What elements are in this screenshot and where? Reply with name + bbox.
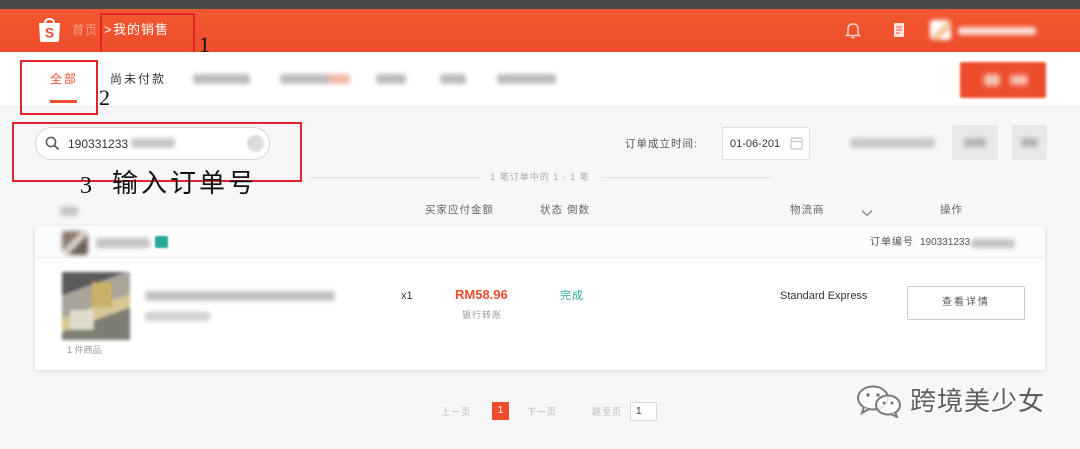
product-image-detail <box>92 282 112 307</box>
wechat-icon <box>855 384 903 420</box>
button-label-blurred <box>1010 75 1028 85</box>
column-header-countdown: 倒数 <box>567 204 590 216</box>
product-name-blurred[interactable] <box>145 291 335 301</box>
date-filter-label: 订单成立时间: <box>625 138 698 150</box>
item-quantity: x1 <box>401 290 413 302</box>
buyer-name-blurred[interactable] <box>96 238 150 248</box>
tab-blurred[interactable] <box>280 74 350 84</box>
column-header-amount: 买家应付金额 <box>425 204 494 216</box>
column-header-product-blurred <box>60 206 78 216</box>
chevron-down-icon[interactable] <box>861 204 873 217</box>
pagination-next[interactable]: 下一页 <box>527 407 557 418</box>
breadcrumb-home[interactable]: 首页 <box>72 23 98 37</box>
order-number-blurred <box>971 238 1016 248</box>
button-label-blurred <box>964 138 986 147</box>
column-header-logistics: 物流商 <box>790 204 825 216</box>
order-number-value: 190331233 <box>920 237 971 248</box>
view-details-button[interactable]: 查看详情 <box>907 286 1025 320</box>
top-strip <box>0 0 1080 9</box>
annotation-number-3: 3 <box>80 173 92 199</box>
tab-unpaid[interactable]: 尚未付款 <box>110 72 166 86</box>
order-amount: RM58.96 <box>455 287 508 302</box>
start-date-input[interactable] <box>730 137 788 151</box>
avatar[interactable] <box>930 20 951 40</box>
buyer-avatar[interactable] <box>62 231 88 255</box>
column-header-action: 操作 <box>940 204 963 216</box>
product-image[interactable] <box>62 272 130 340</box>
summary-rule-right <box>602 177 772 178</box>
username-blurred[interactable] <box>958 27 1036 35</box>
pagination-jump-label: 跳至页 <box>592 407 623 417</box>
tab-blurred[interactable] <box>376 74 406 84</box>
pagination-jump-input[interactable] <box>636 405 654 418</box>
order-status: 完成 <box>560 290 584 302</box>
shopee-logo[interactable]: S <box>37 15 62 43</box>
order-number-label: 订单编号 <box>870 237 914 248</box>
end-date-blurred[interactable] <box>850 138 935 148</box>
page: S 首页 > 我的销售 1 全部 尚未付款 2 190331233 3 输入订单… <box>0 0 1080 449</box>
tab-blurred[interactable] <box>440 74 466 84</box>
search-button-blurred[interactable] <box>952 125 998 160</box>
item-count: 1 件商品 <box>67 345 102 355</box>
watermark-text: 跨境美少女 <box>910 386 1046 416</box>
bell-icon[interactable] <box>844 21 862 39</box>
logistics-provider: Standard Express <box>780 290 868 302</box>
pagination-current-page[interactable]: 1 <box>492 402 509 420</box>
primary-action-button-blurred[interactable] <box>960 62 1046 98</box>
button-label-blurred <box>1021 138 1038 147</box>
order-number: 订单编号 190331233 <box>870 237 1016 249</box>
logo-letter: S <box>45 25 54 41</box>
pagination-prev[interactable]: 上一页 <box>441 407 471 418</box>
calendar-icon[interactable] <box>790 136 803 150</box>
tab-blurred[interactable] <box>497 74 556 84</box>
annotation-number-2: 2 <box>99 85 110 110</box>
annotation-box-2 <box>20 60 98 115</box>
annotation-text-3: 输入订单号 <box>112 169 258 198</box>
product-variation-blurred <box>145 312 210 321</box>
column-header-status: 状态 <box>540 204 563 216</box>
product-image-detail <box>70 310 94 330</box>
chat-badge-icon[interactable] <box>155 236 168 248</box>
tab-blurred[interactable] <box>193 74 250 84</box>
button-icon-blurred <box>984 74 1000 86</box>
shopee-logo-icon: S <box>39 17 60 42</box>
reset-button-blurred[interactable] <box>1012 125 1047 160</box>
payment-method: 银行转账 <box>462 310 503 320</box>
document-icon[interactable] <box>893 22 905 38</box>
